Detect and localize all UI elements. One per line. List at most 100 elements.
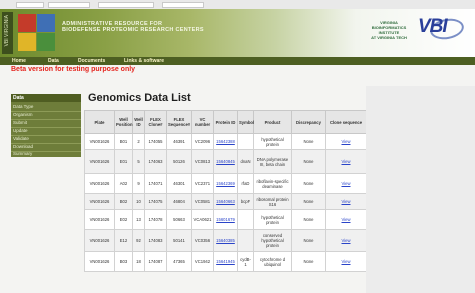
- sidebar-item-validate[interactable]: Validate: [13, 136, 29, 141]
- table-cell: 9: [132, 173, 145, 194]
- table-row: VN001626 B03 18 174087 47365 VC1942 15641945 cy…: [84, 251, 367, 272]
- table-cell: rfaD: [237, 173, 254, 194]
- protein-id-link[interactable]: 15642369: [216, 181, 235, 186]
- nav-links-software[interactable]: Links & software: [124, 58, 164, 64]
- table-cell: 46804: [166, 193, 192, 210]
- view-sequence-link[interactable]: View: [341, 238, 350, 243]
- vbi-logo[interactable]: VBI: [418, 16, 448, 38]
- table-row: VN001626 E01 5 174063 50126 VC0813 15640845 dna…: [84, 149, 367, 174]
- table-cell: 13: [132, 209, 145, 230]
- table-cell: VN001626: [84, 193, 115, 210]
- column-header[interactable]: Product: [253, 110, 292, 134]
- column-header[interactable]: FLEX Clone#: [144, 110, 167, 134]
- toolbar-field[interactable]: [162, 2, 204, 8]
- sidebar-item-organism[interactable]: Organism: [13, 112, 33, 117]
- logo-square: [37, 14, 55, 32]
- sidebar: Data Data Type Organism Submit Update Va…: [11, 94, 81, 157]
- view-sequence-link[interactable]: View: [341, 181, 350, 186]
- column-header[interactable]: Protein ID: [213, 110, 238, 134]
- sidebar-item-submit[interactable]: Submit: [13, 120, 27, 125]
- column-header[interactable]: Plate: [84, 110, 115, 134]
- protein-id-link[interactable]: 15640663: [216, 199, 235, 204]
- right-margin: [366, 86, 475, 293]
- table-cell: E12: [114, 229, 133, 252]
- protein-id-link[interactable]: 15640845: [216, 159, 235, 164]
- sidebar-item-update[interactable]: Update: [13, 128, 28, 133]
- sidebar-item-data-type[interactable]: Data Type: [13, 104, 33, 109]
- column-header[interactable]: Clone sequence: [325, 110, 367, 134]
- table-cell: 15640845: [213, 149, 238, 174]
- table-cell: 18: [132, 251, 145, 272]
- protein-id-link[interactable]: 15642388: [216, 139, 235, 144]
- table-cell: cydB-1: [237, 251, 254, 272]
- table-cell: None: [291, 229, 326, 252]
- table-cell: dnaN: [237, 149, 254, 174]
- table-cell: None: [291, 149, 326, 174]
- table-cell: E02: [114, 209, 133, 230]
- table-row: VN001626 B01 2 174055 46391 VC2096 15642388 hyp…: [84, 133, 367, 150]
- column-header[interactable]: FLEX Sequence#: [166, 110, 192, 134]
- table-cell: View: [325, 209, 367, 230]
- address-field[interactable]: [16, 2, 44, 8]
- column-header[interactable]: Symbol: [237, 110, 254, 134]
- column-header[interactable]: Well Position: [114, 110, 133, 134]
- view-sequence-link[interactable]: View: [341, 259, 350, 264]
- table-cell: 174071: [144, 173, 167, 194]
- column-header[interactable]: Discrepancy: [291, 110, 326, 134]
- table-cell: conserved hypothetical protein: [253, 229, 292, 252]
- sidebar-header: Data: [11, 94, 81, 102]
- table-cell: A02: [114, 173, 133, 194]
- nav-home[interactable]: Home: [12, 58, 26, 64]
- table-cell: VC0356: [191, 229, 214, 252]
- site-logo[interactable]: [16, 12, 56, 52]
- table-row: VN001626 E12 92 174083 50141 VC0356 15640385 co…: [84, 229, 367, 252]
- table-cell: [237, 229, 254, 252]
- table-cell: 46301: [166, 173, 192, 194]
- view-sequence-link[interactable]: View: [341, 217, 350, 222]
- table-row: VN001626 A02 9 174071 46301 VC2371 15642369 rfa…: [84, 173, 367, 194]
- logo-square: [18, 14, 36, 32]
- view-sequence-link[interactable]: View: [341, 199, 350, 204]
- table-cell: VC0581: [191, 193, 214, 210]
- column-header[interactable]: Well ID: [132, 110, 145, 134]
- table-cell: VC1942: [191, 251, 214, 272]
- logo-square: [37, 33, 55, 51]
- column-header[interactable]: VC number: [191, 110, 214, 134]
- table-cell: 50141: [166, 229, 192, 252]
- table-cell: 174063: [144, 149, 167, 174]
- table-cell: B01: [114, 133, 133, 150]
- table-cell: VN001626: [84, 209, 115, 230]
- nav-data[interactable]: Data: [48, 58, 59, 64]
- table-cell: cytochrome d ubiquinol: [253, 251, 292, 272]
- logo-square: [18, 33, 36, 51]
- table-cell: riboflavin-specific deaminase: [253, 173, 292, 194]
- toolbar-field[interactable]: [48, 2, 90, 8]
- table-cell: None: [291, 209, 326, 230]
- nav-documents[interactable]: Documents: [78, 58, 105, 64]
- view-sequence-link[interactable]: View: [341, 139, 350, 144]
- table-cell: 174075: [144, 193, 167, 210]
- protein-id-link[interactable]: 15640385: [216, 238, 235, 243]
- table-cell: View: [325, 133, 367, 150]
- table-cell: 15642369: [213, 173, 238, 194]
- table-cell: 92: [132, 229, 145, 252]
- toolbar-field[interactable]: [98, 2, 154, 8]
- table-cell: VN001626: [84, 149, 115, 174]
- view-sequence-link[interactable]: View: [341, 159, 350, 164]
- table-cell: VC0813: [191, 149, 214, 174]
- sidebar-item-summary[interactable]: Summary: [13, 151, 32, 156]
- table-cell: 174083: [144, 229, 167, 252]
- table-cell: 174087: [144, 251, 167, 272]
- sidebar-item-download[interactable]: Download: [13, 144, 33, 149]
- table-header-row: Plate Well Position Well ID FLEX Clone# …: [84, 110, 367, 134]
- table-cell: View: [325, 173, 367, 194]
- table-cell: hypothetical protein: [253, 133, 292, 150]
- protein-id-link[interactable]: 15641945: [216, 259, 235, 264]
- table-cell: VN001626: [84, 229, 115, 252]
- site-title: ADMINISTRATIVE RESOURCE FOR BIODEFENSE P…: [62, 21, 204, 33]
- page-title: Genomics Data List: [88, 92, 191, 104]
- protein-id-link[interactable]: 15601679: [216, 217, 235, 222]
- table-cell: VN001626: [84, 251, 115, 272]
- table-cell: E01: [114, 149, 133, 174]
- table-cell: None: [291, 173, 326, 194]
